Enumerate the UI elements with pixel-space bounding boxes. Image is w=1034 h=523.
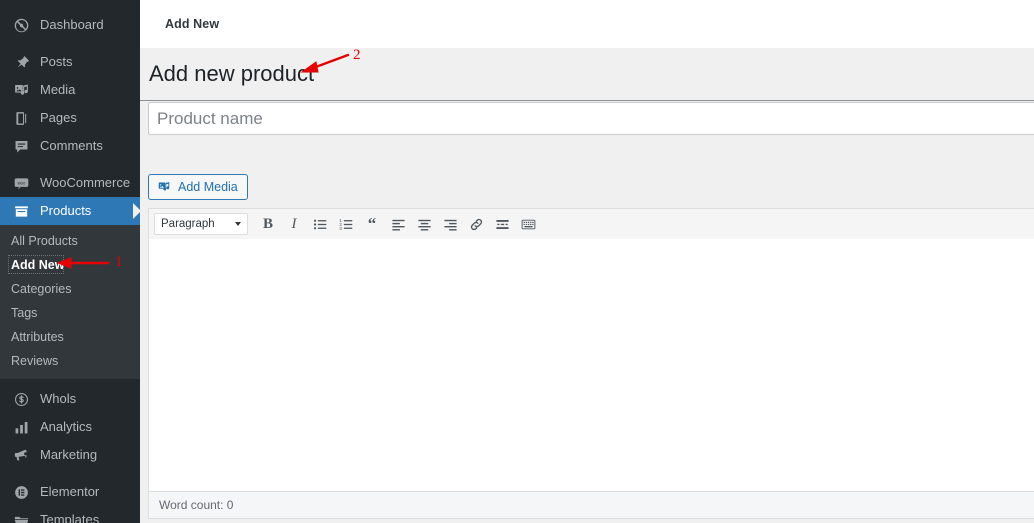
- dollar-circle-icon: [11, 389, 31, 409]
- submenu-item-reviews[interactable]: Reviews: [0, 349, 140, 373]
- wordpress-admin-screen: Dashboard Posts Media Pages Comments woo…: [0, 0, 1034, 523]
- bulleted-list-icon: [313, 217, 328, 232]
- align-center-icon: [417, 217, 432, 232]
- numbered-list-button[interactable]: 123: [333, 212, 359, 236]
- blockquote-button[interactable]: “: [359, 212, 385, 236]
- editor-media-bar: Add Media: [140, 167, 1034, 208]
- sidebar-item-marketing[interactable]: Marketing: [0, 441, 140, 469]
- link-icon: [469, 217, 484, 232]
- align-right-button[interactable]: [437, 212, 463, 236]
- sidebar-item-dashboard[interactable]: Dashboard: [0, 11, 140, 39]
- sidebar-item-label: Templates: [40, 512, 100, 523]
- chevron-down-icon: [235, 222, 241, 226]
- pin-icon: [11, 52, 31, 72]
- elementor-icon: [11, 482, 31, 502]
- toolbar-toggle-button[interactable]: [515, 212, 541, 236]
- align-left-button[interactable]: [385, 212, 411, 236]
- submenu-item-tags[interactable]: Tags: [0, 301, 140, 325]
- svg-text:woo: woo: [17, 180, 25, 185]
- read-more-icon: [495, 217, 510, 232]
- product-title-row: [140, 101, 1034, 139]
- align-left-icon: [391, 217, 406, 232]
- megaphone-icon: [11, 445, 31, 465]
- submenu-item-attributes[interactable]: Attributes: [0, 325, 140, 349]
- products-icon: [11, 201, 31, 221]
- add-media-label: Add Media: [178, 180, 238, 194]
- sidebar-item-comments[interactable]: Comments: [0, 132, 140, 160]
- submenu-item-label: Reviews: [11, 354, 59, 368]
- align-center-button[interactable]: [411, 212, 437, 236]
- submenu-item-label: Categories: [11, 282, 72, 296]
- sidebar-item-label: Comments: [40, 138, 103, 153]
- sidebar-item-whols[interactable]: Whols: [0, 385, 140, 413]
- blockquote-icon: “: [367, 214, 377, 233]
- bar-chart-icon: [11, 417, 31, 437]
- media-icon: [11, 80, 31, 100]
- submenu-item-all-products[interactable]: All Products: [0, 229, 140, 253]
- media-icon: [156, 179, 172, 195]
- sidebar-item-label: WooCommerce: [40, 175, 131, 190]
- folder-icon: [11, 510, 31, 523]
- format-select[interactable]: Paragraph: [154, 213, 248, 235]
- product-description-editor: Add Media Paragraph B I 1 2 3 “ Word cou…: [140, 167, 1034, 523]
- editor-statusbar: Word count: 0: [148, 492, 1034, 519]
- product-name-input[interactable]: [148, 102, 1034, 135]
- sidebar-item-templates[interactable]: Templates: [0, 506, 140, 523]
- submenu-item-label: All Products: [11, 234, 78, 248]
- sidebar-item-label: Marketing: [40, 447, 98, 462]
- title-spacer: [140, 139, 1034, 167]
- svg-text:3: 3: [339, 226, 342, 231]
- format-select-value: Paragraph: [161, 218, 215, 230]
- dashboard-icon: [11, 15, 31, 35]
- keyboard-icon: [521, 217, 536, 232]
- admin-topbar: Add New: [140, 0, 1034, 48]
- add-media-button[interactable]: Add Media: [148, 174, 248, 200]
- sidebar-item-products[interactable]: Products: [0, 197, 140, 225]
- submenu-item-add-new[interactable]: Add New: [0, 253, 140, 277]
- comments-icon: [11, 136, 31, 156]
- admin-sidebar: Dashboard Posts Media Pages Comments woo…: [0, 0, 140, 523]
- bold-icon: B: [262, 215, 273, 232]
- woocommerce-icon: woo: [11, 173, 31, 193]
- page-heading-band: Add new product: [140, 48, 1034, 101]
- main-content: Add New Add new product Add Media Paragr…: [140, 0, 1034, 523]
- numbered-list-icon: 123: [339, 217, 354, 232]
- sidebar-item-label: Whols: [40, 391, 77, 406]
- submenu-item-label: Attributes: [11, 330, 64, 344]
- editor-toolbar: Paragraph B I 123 “: [148, 208, 1034, 239]
- bulleted-list-button[interactable]: [307, 212, 333, 236]
- read-more-button[interactable]: [489, 212, 515, 236]
- sidebar-item-label: Pages: [40, 110, 77, 125]
- sidebar-item-label: Analytics: [40, 419, 93, 434]
- sidebar-separator: [0, 160, 140, 169]
- sidebar-item-posts[interactable]: Posts: [0, 48, 140, 76]
- sidebar-item-label: Elementor: [40, 484, 100, 499]
- focus-outline: [8, 255, 64, 274]
- editor-content-area[interactable]: [148, 239, 1034, 492]
- bold-button[interactable]: B: [255, 212, 281, 236]
- sidebar-item-label: Products: [40, 203, 92, 218]
- sidebar-item-elementor[interactable]: Elementor: [0, 478, 140, 506]
- italic-button[interactable]: I: [281, 212, 307, 236]
- align-right-icon: [443, 217, 458, 232]
- sidebar-separator: [0, 39, 140, 48]
- sidebar-item-label: Media: [40, 82, 76, 97]
- page-title: Add new product: [149, 61, 315, 86]
- sidebar-item-woocommerce[interactable]: woo WooCommerce: [0, 169, 140, 197]
- sidebar-item-label: Dashboard: [40, 17, 104, 32]
- italic-icon: I: [291, 215, 297, 232]
- word-count-label: Word count: 0: [159, 498, 234, 512]
- pages-icon: [11, 108, 31, 128]
- breadcrumb: Add New: [165, 17, 220, 31]
- sidebar-item-label: Posts: [40, 54, 73, 69]
- sidebar-item-media[interactable]: Media: [0, 76, 140, 104]
- submenu-item-label: Tags: [11, 306, 38, 320]
- sidebar-item-analytics[interactable]: Analytics: [0, 413, 140, 441]
- submenu-item-categories[interactable]: Categories: [0, 277, 140, 301]
- sidebar-item-pages[interactable]: Pages: [0, 104, 140, 132]
- products-submenu: All Products Add New Categories Tags Att…: [0, 225, 140, 379]
- link-button[interactable]: [463, 212, 489, 236]
- sidebar-separator: [0, 469, 140, 478]
